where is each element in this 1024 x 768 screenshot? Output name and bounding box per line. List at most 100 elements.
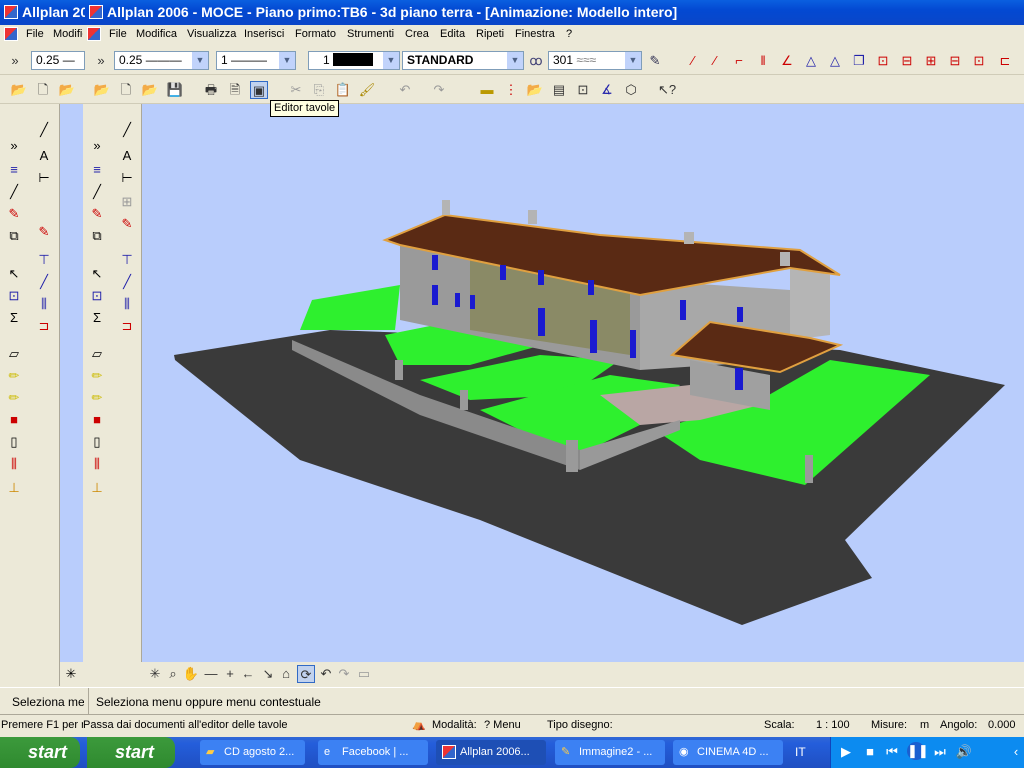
pen-combo-back[interactable]: 0.25 —	[31, 51, 85, 70]
menu-strumenti[interactable]: Strumenti	[347, 28, 394, 40]
help-pointer-icon[interactable]: ↖?	[658, 81, 676, 99]
menu-crea[interactable]: Crea	[405, 28, 429, 40]
dimension-icon[interactable]: ⊢	[117, 168, 137, 188]
start-button[interactable]: start	[87, 737, 175, 768]
save-icon[interactable]: 💾	[166, 81, 184, 99]
modify-icon[interactable]: ⊡	[874, 52, 892, 70]
dimension-icon[interactable]: ⊥	[4, 478, 24, 498]
draw-tool-icon[interactable]: ⁄	[706, 52, 724, 70]
stop-icon[interactable]: ■	[861, 743, 879, 761]
line-icon[interactable]: ╱	[34, 120, 54, 140]
format-painter-icon[interactable]: 🖌	[358, 81, 376, 99]
grid-icon[interactable]: ⊞	[117, 192, 137, 212]
chevron-down-icon[interactable]: ▼	[507, 52, 523, 69]
redo-icon[interactable]: ↷	[430, 81, 448, 99]
line-tool-icon[interactable]: ╱	[87, 182, 107, 202]
select-icon[interactable]: ↖	[4, 264, 24, 284]
previous-icon[interactable]: ⏮	[883, 743, 901, 761]
dimension-icon[interactable]: ⊥	[87, 478, 107, 498]
chevron-down-icon[interactable]: ▼	[383, 52, 399, 69]
chevron-down-icon[interactable]: ▼	[279, 52, 295, 69]
plus-icon[interactable]: +	[221, 665, 239, 683]
modify-icon[interactable]: ⊡	[970, 52, 988, 70]
text-icon[interactable]: A	[117, 146, 137, 166]
draw-tool-icon[interactable]: ‖	[754, 52, 772, 70]
hatch-icon[interactable]: ⫼	[34, 294, 54, 314]
angle-value[interactable]: 0.000	[988, 719, 1016, 731]
taskbar-item[interactable]: ◉ CINEMA 4D ...	[673, 740, 783, 765]
transform-icon[interactable]: ⊡	[4, 286, 24, 306]
menu-finestra[interactable]: Finestra	[515, 28, 555, 40]
tree-icon[interactable]: ⊤	[34, 250, 54, 270]
measure-icon[interactable]: ▬	[478, 81, 496, 99]
expand-icon[interactable]: »	[92, 52, 110, 70]
zoom-icon[interactable]: ⌕	[164, 665, 182, 683]
copy-icon[interactable]: ❐	[850, 52, 868, 70]
taskbar-item[interactable]: ✎ Immagine2 - ...	[555, 740, 665, 765]
column-icon[interactable]: ▯	[87, 432, 107, 452]
hatch-link-icon[interactable]: ꝏ	[527, 52, 545, 70]
volume-icon[interactable]: 🔊	[955, 743, 973, 761]
cube-icon[interactable]: ■	[87, 410, 107, 430]
play-icon[interactable]: ▶	[837, 743, 855, 761]
units-value[interactable]: m	[920, 719, 929, 731]
doc-icon[interactable]	[4, 27, 18, 41]
minus-icon[interactable]: —	[202, 665, 220, 683]
draw-tool-icon[interactable]: ⁄	[684, 52, 702, 70]
menu-modifica-back[interactable]: Modifica	[53, 28, 83, 40]
copy-tool-icon[interactable]: ⧉	[87, 226, 107, 246]
modify-icon[interactable]: ⊟	[898, 52, 916, 70]
menu-file-back[interactable]: File	[26, 28, 44, 40]
color-combo[interactable]: 1 ▼	[308, 51, 400, 70]
pencil-icon[interactable]: ✏	[87, 388, 107, 408]
draw-tool-icon[interactable]: ⌐	[730, 52, 748, 70]
line-icon[interactable]: ╱	[117, 272, 137, 292]
cube-icon[interactable]: ■	[4, 410, 24, 430]
open-icon[interactable]: 📂	[141, 81, 159, 99]
column-icon[interactable]: ▯	[4, 432, 24, 452]
hatch-combo[interactable]: 301 ≈≈≈ ▼	[548, 51, 642, 70]
pause-icon[interactable]: ❚❚	[907, 742, 929, 760]
open-icon[interactable]: 📂	[526, 81, 544, 99]
taskbar-item[interactable]: e Facebook | ...	[318, 740, 428, 765]
select-icon[interactable]: ↖	[87, 264, 107, 284]
menu-inserisci[interactable]: Inserisci	[244, 28, 284, 40]
rotate-icon[interactable]: ⟳	[297, 665, 315, 683]
pen-tool-icon[interactable]: ✎	[117, 214, 137, 234]
line-tool-icon[interactable]: ≡	[87, 160, 107, 180]
hatch-icon[interactable]: ⫼	[117, 294, 137, 314]
modify-icon[interactable]: ⊟	[946, 52, 964, 70]
line-tool-icon[interactable]: ≡	[4, 160, 24, 180]
previous-view-icon[interactable]: ←	[239, 665, 257, 683]
new-icon[interactable]: 🗋	[117, 81, 135, 99]
chevron-left-icon[interactable]: ‹	[1007, 743, 1024, 761]
undo-view-icon[interactable]: ↶	[317, 665, 335, 683]
print-icon[interactable]: 🖶	[202, 81, 220, 99]
angle-icon[interactable]: ∡	[598, 81, 616, 99]
line-tool-icon[interactable]: ╱	[4, 182, 24, 202]
menu-formato[interactable]: Formato	[295, 28, 336, 40]
draw-tool-icon[interactable]: ∠	[778, 52, 796, 70]
copy-tool-icon[interactable]: ⧉	[4, 226, 24, 246]
menu-ripeti[interactable]: Ripeti	[476, 28, 504, 40]
modify-icon[interactable]: ⊞	[922, 52, 940, 70]
menu-edita[interactable]: Edita	[440, 28, 465, 40]
tree-icon[interactable]: ⊤	[117, 250, 137, 270]
doc-icon[interactable]	[87, 27, 101, 41]
taskbar-item[interactable]: ▰ CD agosto 2...	[200, 740, 305, 765]
back-window-title[interactable]: Allplan 2006	[0, 0, 85, 25]
pencil-icon[interactable]: ✏	[4, 366, 24, 386]
3d-cube-icon[interactable]: ⬡	[622, 81, 640, 99]
scale-value[interactable]: 1 : 100	[816, 719, 850, 731]
stairs-icon[interactable]: ⫼	[4, 454, 24, 474]
pencil-icon[interactable]: ✏	[87, 366, 107, 386]
line-icon[interactable]: ╱	[34, 272, 54, 292]
stairs-icon[interactable]: ⫼	[87, 454, 107, 474]
plan-editor-icon[interactable]: ▣	[250, 81, 268, 99]
paste-icon[interactable]: 📋	[334, 81, 352, 99]
pen-thickness-combo[interactable]: 0.25 ——— ▼	[114, 51, 209, 70]
layer-combo[interactable]: STANDARD ▼	[402, 51, 524, 70]
expand-icon[interactable]: »	[6, 52, 24, 70]
dimension-icon[interactable]: ⊢	[34, 168, 54, 188]
page-icon[interactable]: ▱	[87, 344, 107, 364]
